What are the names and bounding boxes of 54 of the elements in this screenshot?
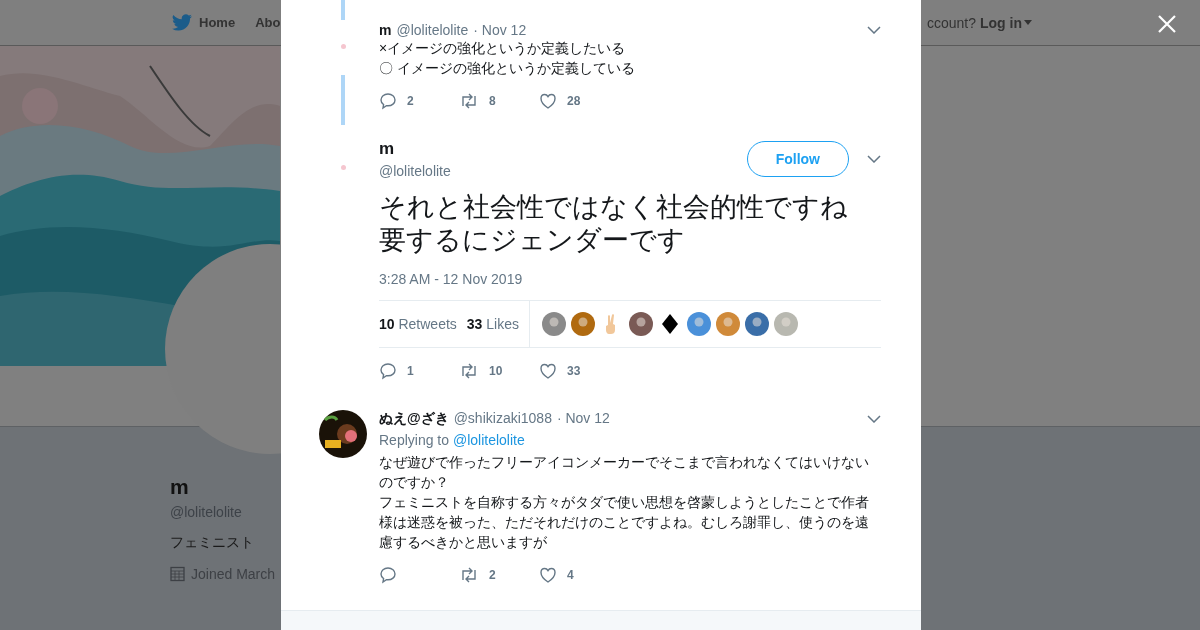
author-name[interactable]: m <box>379 22 392 38</box>
tweet-date[interactable]: · Nov 12 <box>556 410 610 426</box>
reply-count: 2 <box>407 94 414 108</box>
author-handle[interactable]: @lolitelolite <box>396 22 469 38</box>
retweet-icon[interactable] <box>459 92 479 110</box>
reply-icon[interactable] <box>379 362 397 380</box>
close-button[interactable] <box>1158 15 1176 33</box>
heart-icon[interactable] <box>539 362 557 380</box>
avatar-icon <box>340 165 346 170</box>
retweet-count: 10 <box>489 364 503 378</box>
reply-icon[interactable] <box>379 92 397 110</box>
retweet-icon[interactable] <box>459 566 479 584</box>
reply-icon[interactable] <box>379 566 397 584</box>
heart-icon[interactable] <box>539 566 557 584</box>
author-handle[interactable]: @shikizaki1088 <box>453 410 552 426</box>
profile-bio: フェミニスト <box>170 534 254 552</box>
retweet-icon[interactable] <box>459 362 479 380</box>
avatar-icon <box>340 44 346 49</box>
profile-name: m <box>170 475 189 499</box>
tweet-text: なぜ遊びで作ったフリーアイコンメーカーでそこまで言われなくてはいけないのですか？ <box>379 453 870 492</box>
retweet-count: 2 <box>489 568 496 582</box>
avatar-icon[interactable] <box>629 312 653 336</box>
tweet-text: それと社会性ではなく社会的性ですね <box>379 191 849 224</box>
heart-icon[interactable] <box>539 92 557 110</box>
like-count: 28 <box>567 94 581 108</box>
tweet-text: フェミニストを自称する方々がタダで使い思想を啓蒙しようとしたことで作者様は迷惑を被った、ただそれだけのことですよね。むしろ謝罪し、使うのを遠慮するべきかと思いますが <box>379 493 870 552</box>
calendar-icon <box>170 566 185 582</box>
tweet-text: 〇 イメージの強化というか定義している <box>379 59 636 78</box>
tweet-date[interactable]: · Nov 12 <box>473 22 527 38</box>
mention-link[interactable]: @lolitelolite <box>452 432 525 448</box>
nav-link[interactable]: Home <box>199 15 236 30</box>
author-name[interactable]: ぬえ@ざき <box>379 410 449 428</box>
tweet-timestamp[interactable]: 3:28 AM - 12 Nov 2019 <box>379 271 881 287</box>
caret-icon[interactable] <box>867 26 881 34</box>
avatar-icon[interactable] <box>319 410 367 458</box>
bird-icon <box>171 13 193 32</box>
caret-icon[interactable] <box>867 155 881 163</box>
author-name[interactable]: m <box>379 139 729 159</box>
like-stat[interactable]: 33 Likes <box>466 316 519 332</box>
like-count: 33 <box>567 364 581 378</box>
account-prompt: ccount? <box>926 14 976 31</box>
login-link[interactable]: Log in <box>980 14 1032 31</box>
nav-link[interactable]: Abo <box>255 15 281 30</box>
caret-icon[interactable] <box>867 415 881 423</box>
tweet-text: ×イメージの強化というか定義したいる <box>379 39 627 58</box>
caret-icon <box>1024 20 1032 25</box>
replying-label: Replying to <box>379 432 450 448</box>
retweet-stat[interactable]: 10 Retweets <box>379 316 457 332</box>
author-handle[interactable]: @lolitelolite <box>379 163 729 179</box>
like-count: 4 <box>567 568 574 582</box>
reply-count: 1 <box>407 364 414 378</box>
tweet-text: 要するにジェンダーです <box>379 224 686 257</box>
follow-button[interactable]: Follow <box>746 141 849 177</box>
retweet-count: 8 <box>489 94 496 108</box>
